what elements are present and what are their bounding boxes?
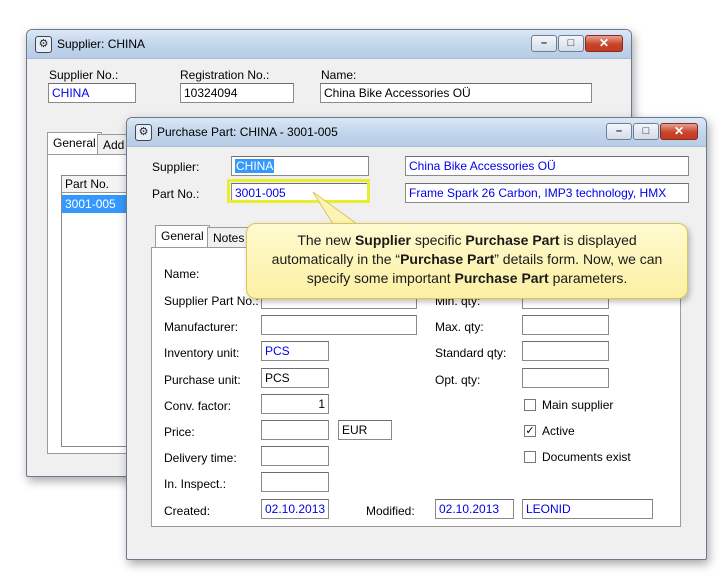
opt-qty-label: Opt. qty: bbox=[435, 373, 481, 387]
gear-icon: ⚙ bbox=[35, 36, 52, 53]
maximize-icon: □ bbox=[567, 37, 575, 49]
opt-qty-field[interactable] bbox=[522, 368, 609, 388]
minimize-button[interactable]: – bbox=[531, 35, 557, 52]
callout-bold-1: Supplier bbox=[354, 232, 411, 248]
minimize-icon: – bbox=[540, 37, 548, 49]
max-qty-field[interactable] bbox=[522, 315, 609, 335]
supplier-name-field[interactable]: China Bike Accessories OÜ bbox=[320, 83, 592, 103]
name-label: Name: bbox=[321, 68, 357, 82]
list-item[interactable]: 3001-005 bbox=[62, 195, 132, 213]
manufacturer-field[interactable] bbox=[261, 315, 417, 335]
supplier-window-title: Supplier: CHINA bbox=[57, 37, 146, 51]
list-header[interactable]: Part No. bbox=[62, 176, 132, 193]
created-field[interactable]: 02.10.2013 bbox=[261, 499, 329, 519]
price-field[interactable] bbox=[261, 420, 329, 440]
tab-general[interactable]: General bbox=[155, 225, 210, 248]
inventory-unit-label: Inventory unit: bbox=[164, 346, 240, 360]
modified-label: Modified: bbox=[366, 504, 415, 518]
purchase-part-titlebar[interactable]: ⚙ Purchase Part: CHINA - 3001-005 – □ ✕ bbox=[127, 118, 706, 147]
delivery-time-label: Delivery time: bbox=[164, 451, 237, 465]
gear-icon: ⚙ bbox=[135, 124, 152, 141]
created-label: Created: bbox=[164, 504, 211, 518]
maximize-icon: □ bbox=[642, 125, 650, 137]
close-icon: ✕ bbox=[598, 36, 610, 50]
supplier-titlebar[interactable]: ⚙ Supplier: CHINA – □ ✕ bbox=[27, 30, 631, 59]
callout-bold-3: Purchase Part bbox=[400, 251, 495, 267]
price-label: Price: bbox=[164, 425, 195, 439]
part-no-label: Part No.: bbox=[152, 187, 200, 201]
standard-qty-field[interactable] bbox=[522, 341, 609, 361]
checkmark-icon: ✓ bbox=[525, 425, 535, 437]
name-label: Name: bbox=[164, 267, 200, 281]
supplier-value: CHINA bbox=[235, 159, 275, 173]
tab-general[interactable]: General bbox=[47, 132, 102, 155]
callout-note: The new Supplier specific Purchase Part … bbox=[246, 223, 688, 299]
supplier-part-no-label: Supplier Part No.: bbox=[164, 294, 259, 308]
registration-no-label: Registration No.: bbox=[180, 68, 270, 82]
registration-no-field[interactable]: 10324094 bbox=[180, 83, 294, 103]
close-button[interactable]: ✕ bbox=[660, 123, 698, 140]
active-checkbox[interactable]: ✓ bbox=[524, 425, 536, 437]
callout-text-5: parameters. bbox=[548, 270, 628, 286]
minimize-icon: – bbox=[615, 125, 623, 137]
supplier-no-label: Supplier No.: bbox=[49, 68, 119, 82]
inventory-unit-field[interactable]: PCS bbox=[261, 341, 329, 361]
part-description-field[interactable]: Frame Spark 26 Carbon, IMP3 technology, … bbox=[405, 183, 689, 203]
callout-bold-4: Purchase Part bbox=[454, 270, 549, 286]
delivery-time-field[interactable] bbox=[261, 446, 329, 466]
minimize-button[interactable]: – bbox=[606, 123, 632, 140]
close-icon: ✕ bbox=[673, 124, 685, 138]
max-qty-label: Max. qty: bbox=[435, 320, 484, 334]
purchase-part-window: ⚙ Purchase Part: CHINA - 3001-005 – □ ✕ … bbox=[126, 117, 707, 560]
supplier-label: Supplier: bbox=[152, 160, 200, 174]
standard-qty-label: Standard qty: bbox=[435, 346, 507, 360]
documents-exist-checkbox[interactable] bbox=[524, 451, 536, 463]
callout-text-2: specific bbox=[410, 232, 466, 248]
callout-bold-2: Purchase Part bbox=[465, 232, 560, 248]
purchase-unit-label: Purchase unit: bbox=[164, 373, 241, 387]
maximize-button[interactable]: □ bbox=[558, 35, 584, 52]
main-supplier-checkbox[interactable] bbox=[524, 399, 536, 411]
supplier-field[interactable]: CHINA bbox=[231, 156, 369, 176]
maximize-button[interactable]: □ bbox=[633, 123, 659, 140]
purchase-part-window-title: Purchase Part: CHINA - 3001-005 bbox=[157, 125, 338, 139]
callout-text-1: The new bbox=[297, 232, 355, 248]
inspect-field[interactable] bbox=[261, 472, 329, 492]
active-label: Active bbox=[542, 424, 575, 438]
currency-field[interactable]: EUR bbox=[338, 420, 392, 440]
inspect-label: In. Inspect.: bbox=[164, 477, 227, 491]
conv-factor-field[interactable]: 1 bbox=[261, 394, 329, 414]
purchase-unit-field[interactable]: PCS bbox=[261, 368, 329, 388]
supplier-name-field[interactable]: China Bike Accessories OÜ bbox=[405, 156, 689, 176]
tab-notes[interactable]: Notes bbox=[207, 227, 251, 247]
modified-field[interactable]: 02.10.2013 bbox=[435, 499, 514, 519]
manufacturer-label: Manufacturer: bbox=[164, 320, 239, 334]
supplier-no-field[interactable]: CHINA bbox=[48, 83, 136, 103]
documents-exist-label: Documents exist bbox=[542, 450, 631, 464]
modified-by-field[interactable]: LEONID bbox=[522, 499, 653, 519]
parts-list[interactable]: Part No. 3001-005 bbox=[61, 175, 133, 447]
main-supplier-label: Main supplier bbox=[542, 398, 614, 412]
close-button[interactable]: ✕ bbox=[585, 35, 623, 52]
conv-factor-label: Conv. factor: bbox=[164, 399, 232, 413]
